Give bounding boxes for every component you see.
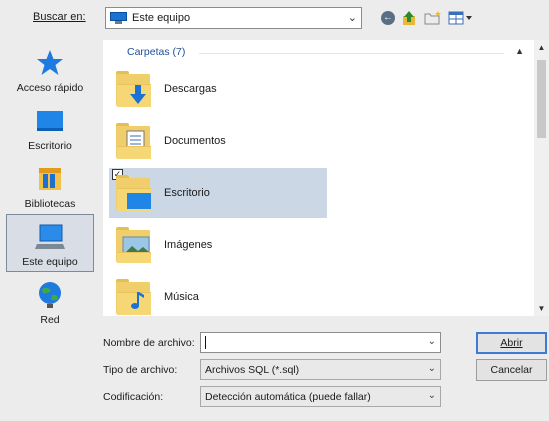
back-button[interactable]: ←	[380, 9, 396, 27]
sidebar-item-desktop[interactable]: Escritorio	[6, 98, 94, 156]
computer-icon	[34, 222, 66, 252]
star-icon	[34, 48, 66, 78]
look-in-value: Este equipo	[132, 12, 191, 24]
list-item-music[interactable]: Música	[109, 272, 327, 322]
network-globe-icon	[34, 280, 66, 310]
list-item-desktop[interactable]: ✓ Escritorio	[109, 168, 327, 218]
group-header[interactable]: Carpetas (7)	[127, 46, 185, 58]
scroll-up-arrow-icon[interactable]: ▲	[534, 43, 549, 52]
encoding-dropdown[interactable]: Detección automática (puede fallar) ⌄	[200, 386, 441, 407]
sidebar-item-label: Bibliotecas	[24, 198, 76, 210]
chevron-down-icon: ⌄	[347, 12, 357, 24]
vertical-scrollbar[interactable]: ▲ ▼	[534, 40, 549, 316]
downloads-folder-icon	[116, 70, 152, 108]
list-item-label: Descargas	[164, 83, 217, 95]
encoding-label: Codificación:	[103, 391, 164, 403]
sidebar-item-label: Red	[40, 314, 60, 326]
list-item-pictures[interactable]: Imágenes	[109, 220, 327, 270]
filetype-label: Tipo de archivo:	[103, 364, 178, 376]
sidebar-item-network[interactable]: Red	[6, 272, 94, 330]
cancel-button-label: Cancelar	[490, 364, 533, 376]
scroll-down-arrow-icon[interactable]: ▼	[534, 304, 549, 313]
pictures-folder-icon	[116, 226, 152, 264]
file-list[interactable]: Carpetas (7) ▲ Descargas Documentos ✓ Es…	[103, 40, 534, 316]
music-folder-icon	[116, 278, 152, 316]
text-caret	[205, 336, 206, 349]
filetype-value: Archivos SQL (*.sql)	[205, 363, 300, 376]
scrollbar-thumb[interactable]	[537, 60, 546, 138]
list-item-label: Escritorio	[164, 187, 210, 199]
computer-icon	[110, 12, 127, 24]
view-grid-icon	[448, 11, 472, 25]
list-item-downloads[interactable]: Descargas	[109, 64, 327, 114]
group-divider	[199, 53, 504, 54]
look-in-bar: Buscar en: Este equipo ⌄ ←	[0, 0, 549, 38]
sidebar-item-label: Escritorio	[28, 140, 72, 152]
sidebar-item-quick-access[interactable]: Acceso rápido	[6, 40, 94, 98]
up-folder-icon	[403, 11, 415, 25]
open-button-label: Abrir	[500, 337, 523, 349]
new-folder-button[interactable]	[423, 9, 443, 27]
collapse-group-icon[interactable]: ▲	[515, 46, 524, 56]
open-button[interactable]: Abrir	[476, 332, 547, 354]
look-in-label: Buscar en:	[33, 11, 86, 23]
new-folder-icon	[424, 11, 441, 25]
sidebar-item-this-pc[interactable]: Este equipo	[6, 214, 94, 272]
desktop-icon	[34, 106, 66, 136]
desktop-folder-icon	[116, 174, 152, 212]
sidebar-item-libraries[interactable]: Bibliotecas	[6, 156, 94, 214]
filename-label: Nombre de archivo:	[103, 337, 195, 349]
chevron-down-icon[interactable]: ⌄	[428, 336, 436, 347]
sidebar-item-label: Este equipo	[22, 256, 78, 268]
chevron-down-icon: ⌄	[427, 363, 436, 374]
sidebar-item-label: Acceso rápido	[16, 82, 84, 94]
places-sidebar: Acceso rápido Escritorio Bibliotecas Est…	[0, 40, 100, 328]
filetype-dropdown[interactable]: Archivos SQL (*.sql) ⌄	[200, 359, 441, 380]
libraries-icon	[34, 164, 66, 194]
documents-folder-icon	[116, 122, 152, 160]
list-item-label: Documentos	[164, 135, 226, 147]
encoding-value: Detección automática (puede fallar)	[205, 390, 371, 403]
list-item-documents[interactable]: Documentos	[109, 116, 327, 166]
cancel-button[interactable]: Cancelar	[476, 359, 547, 381]
up-folder-button[interactable]	[401, 9, 417, 27]
filename-input[interactable]: ⌄	[200, 332, 441, 353]
chevron-down-icon: ⌄	[427, 390, 436, 401]
back-arrow-icon: ←	[381, 11, 395, 25]
list-item-label: Música	[164, 291, 199, 303]
list-item-label: Imágenes	[164, 239, 213, 251]
view-menu-button[interactable]	[447, 9, 475, 27]
look-in-dropdown[interactable]: Este equipo ⌄	[105, 7, 362, 29]
